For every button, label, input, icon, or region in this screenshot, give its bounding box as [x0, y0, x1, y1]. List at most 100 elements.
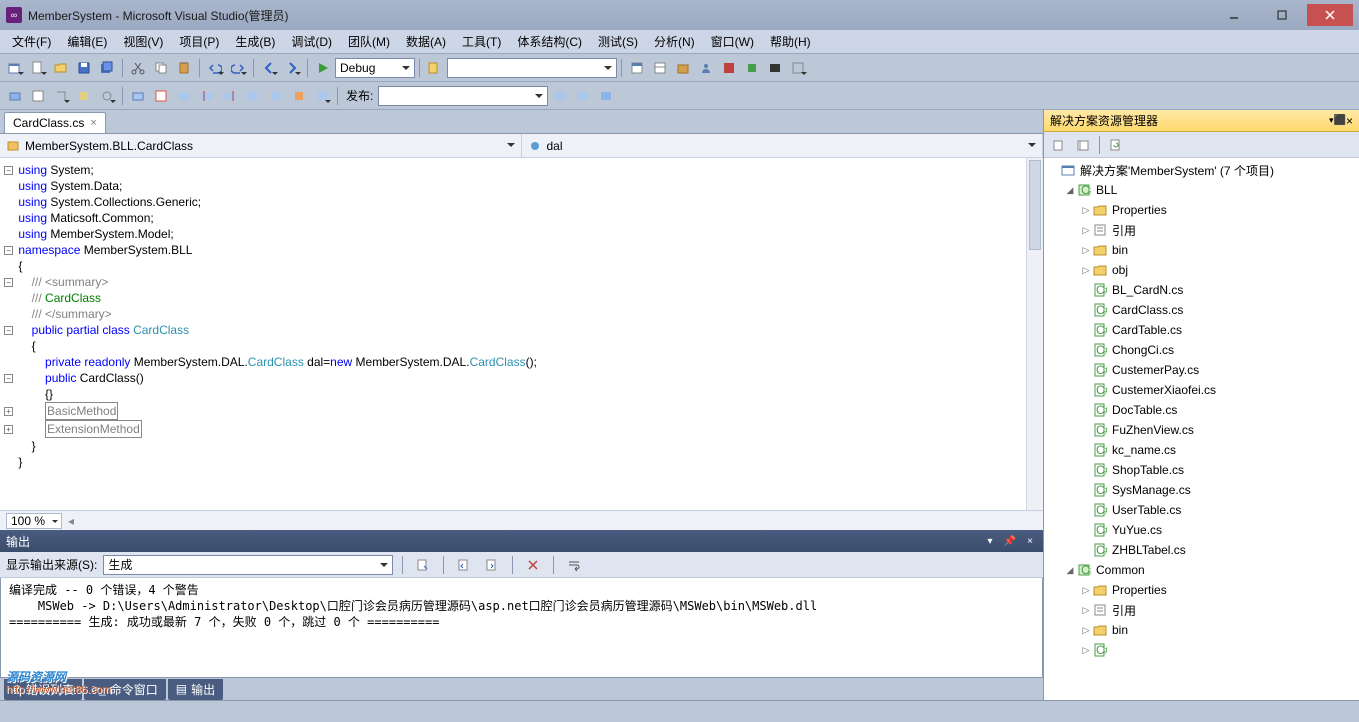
- find-select[interactable]: [447, 58, 617, 78]
- tree-file-ShopTable.cs[interactable]: C#ShopTable.cs: [1044, 460, 1359, 480]
- tree-bll-bin[interactable]: ▷bin: [1044, 240, 1359, 260]
- tree-file-CardClass.cs[interactable]: C#CardClass.cs: [1044, 300, 1359, 320]
- member-dropdown[interactable]: dal: [522, 134, 1044, 157]
- nav-fwd-button[interactable]: [281, 57, 303, 79]
- output-wrap-button[interactable]: [563, 554, 585, 576]
- nav-back-button[interactable]: [258, 57, 280, 79]
- menu-视图(V)[interactable]: 视图(V): [115, 31, 171, 52]
- menu-窗口(W)[interactable]: 窗口(W): [703, 31, 762, 52]
- panel-close-icon[interactable]: ×: [1346, 114, 1353, 128]
- editor-scrollbar[interactable]: [1026, 158, 1043, 510]
- output-clear-button[interactable]: [522, 554, 544, 576]
- tree-file-DocTable.cs[interactable]: C#DocTable.cs: [1044, 400, 1359, 420]
- bottom-tab-1[interactable]: >_命令窗口: [84, 679, 166, 700]
- tree-bll-obj[interactable]: ▷obj: [1044, 260, 1359, 280]
- properties-button[interactable]: [649, 57, 671, 79]
- tb2-btn7[interactable]: [150, 85, 172, 107]
- tb2-btn2[interactable]: [27, 85, 49, 107]
- tb2-btn3[interactable]: [50, 85, 72, 107]
- solution-tree[interactable]: 解决方案'MemberSystem' (7 个项目)◢C#BLL▷Propert…: [1044, 158, 1359, 700]
- menu-生成(B)[interactable]: 生成(B): [227, 31, 283, 52]
- paste-button[interactable]: [173, 57, 195, 79]
- menu-编辑(E)[interactable]: 编辑(E): [59, 31, 115, 52]
- save-button[interactable]: [73, 57, 95, 79]
- find-in-files-button[interactable]: [424, 57, 446, 79]
- tree-bll-Properties[interactable]: ▷Properties: [1044, 200, 1359, 220]
- menu-团队(M)[interactable]: 团队(M): [340, 31, 398, 52]
- output-pin-icon[interactable]: 📌: [1003, 534, 1017, 548]
- start-button[interactable]: [312, 57, 334, 79]
- tree-common-引用[interactable]: ▷引用: [1044, 600, 1359, 620]
- bottom-tab-2[interactable]: ▤输出: [168, 679, 223, 700]
- menu-测试(S)[interactable]: 测试(S): [590, 31, 646, 52]
- tree-file-CustemerXiaofei.cs[interactable]: C#CustemerXiaofei.cs: [1044, 380, 1359, 400]
- team-explorer-button[interactable]: [695, 57, 717, 79]
- tb2-btn13[interactable]: [288, 85, 310, 107]
- tree-file-CustemerPay.cs[interactable]: C#CustemerPay.cs: [1044, 360, 1359, 380]
- start-page-button[interactable]: [718, 57, 740, 79]
- add-item-button[interactable]: [27, 57, 49, 79]
- tb2-btn10[interactable]: [219, 85, 241, 107]
- menu-数据(A)[interactable]: 数据(A): [398, 31, 454, 52]
- close-tab-icon[interactable]: ×: [90, 117, 96, 129]
- menu-文件(F)[interactable]: 文件(F): [4, 31, 59, 52]
- launch-btn2[interactable]: [572, 85, 594, 107]
- new-project-button[interactable]: [4, 57, 26, 79]
- toolbox-button[interactable]: [672, 57, 694, 79]
- open-button[interactable]: [50, 57, 72, 79]
- output-source-select[interactable]: 生成: [103, 555, 393, 575]
- tree-file-YuYue.cs[interactable]: C#YuYue.cs: [1044, 520, 1359, 540]
- file-tab-cardclass[interactable]: CardClass.cs ×: [4, 112, 106, 133]
- redo-button[interactable]: [227, 57, 249, 79]
- tb2-btn12[interactable]: [265, 85, 287, 107]
- close-button[interactable]: [1307, 4, 1353, 26]
- launch-btn3[interactable]: [595, 85, 617, 107]
- output-next-button[interactable]: [481, 554, 503, 576]
- tree-solution[interactable]: 解决方案'MemberSystem' (7 个项目): [1044, 160, 1359, 180]
- menu-分析(N)[interactable]: 分析(N): [646, 31, 703, 52]
- output-content[interactable]: 编译完成 -- 0 个错误，4 个警告 MSWeb -> D:\Users\Ad…: [0, 578, 1043, 678]
- tb2-btn1[interactable]: [4, 85, 26, 107]
- tb2-btn14[interactable]: [311, 85, 333, 107]
- tree-file-UserTable.cs[interactable]: C#UserTable.cs: [1044, 500, 1359, 520]
- sol-refresh-button[interactable]: [1105, 134, 1127, 156]
- output-close-icon[interactable]: ×: [1023, 534, 1037, 548]
- tree-file-kc_name.cs[interactable]: C#kc_name.cs: [1044, 440, 1359, 460]
- menu-帮助(H)[interactable]: 帮助(H): [762, 31, 819, 52]
- output-prev-button[interactable]: [453, 554, 475, 576]
- tb2-btn11[interactable]: [242, 85, 264, 107]
- sol-home-button[interactable]: [1072, 134, 1094, 156]
- tree-common-Properties[interactable]: ▷Properties: [1044, 580, 1359, 600]
- menu-工具(T)[interactable]: 工具(T): [454, 31, 509, 52]
- copy-button[interactable]: [150, 57, 172, 79]
- menu-项目(P)[interactable]: 项目(P): [171, 31, 227, 52]
- tb2-btn6[interactable]: [127, 85, 149, 107]
- panel-pin-icon[interactable]: ⬛: [1334, 115, 1346, 126]
- tree-common[interactable]: ◢C#Common: [1044, 560, 1359, 580]
- class-dropdown[interactable]: MemberSystem.BLL.CardClass: [0, 134, 522, 157]
- tree-file-CardTable.cs[interactable]: C#CardTable.cs: [1044, 320, 1359, 340]
- tb2-btn5[interactable]: [96, 85, 118, 107]
- tree-bll[interactable]: ◢C#BLL: [1044, 180, 1359, 200]
- command-window-button[interactable]: [764, 57, 786, 79]
- minimize-button[interactable]: [1211, 4, 1257, 26]
- menu-体系结构(C)[interactable]: 体系结构(C): [509, 31, 590, 52]
- tree-file-ChongCi.cs[interactable]: C#ChongCi.cs: [1044, 340, 1359, 360]
- undo-button[interactable]: [204, 57, 226, 79]
- launch-btn1[interactable]: [549, 85, 571, 107]
- tree-common-more[interactable]: ▷C#: [1044, 640, 1359, 660]
- tree-file-FuZhenView.cs[interactable]: C#FuZhenView.cs: [1044, 420, 1359, 440]
- tree-common-bin[interactable]: ▷bin: [1044, 620, 1359, 640]
- save-all-button[interactable]: [96, 57, 118, 79]
- zoom-select[interactable]: 100 %: [6, 513, 62, 529]
- output-goto-button[interactable]: [412, 554, 434, 576]
- tb2-btn4[interactable]: [73, 85, 95, 107]
- config-select[interactable]: Debug: [335, 58, 415, 78]
- tb2-btn9[interactable]: [196, 85, 218, 107]
- launch-select[interactable]: [378, 86, 548, 106]
- cut-button[interactable]: [127, 57, 149, 79]
- maximize-button[interactable]: [1259, 4, 1305, 26]
- code-editor[interactable]: − using System; using System.Data; using…: [0, 158, 1043, 510]
- tb2-btn8[interactable]: [173, 85, 195, 107]
- tree-file-BL_CardN.cs[interactable]: C#BL_CardN.cs: [1044, 280, 1359, 300]
